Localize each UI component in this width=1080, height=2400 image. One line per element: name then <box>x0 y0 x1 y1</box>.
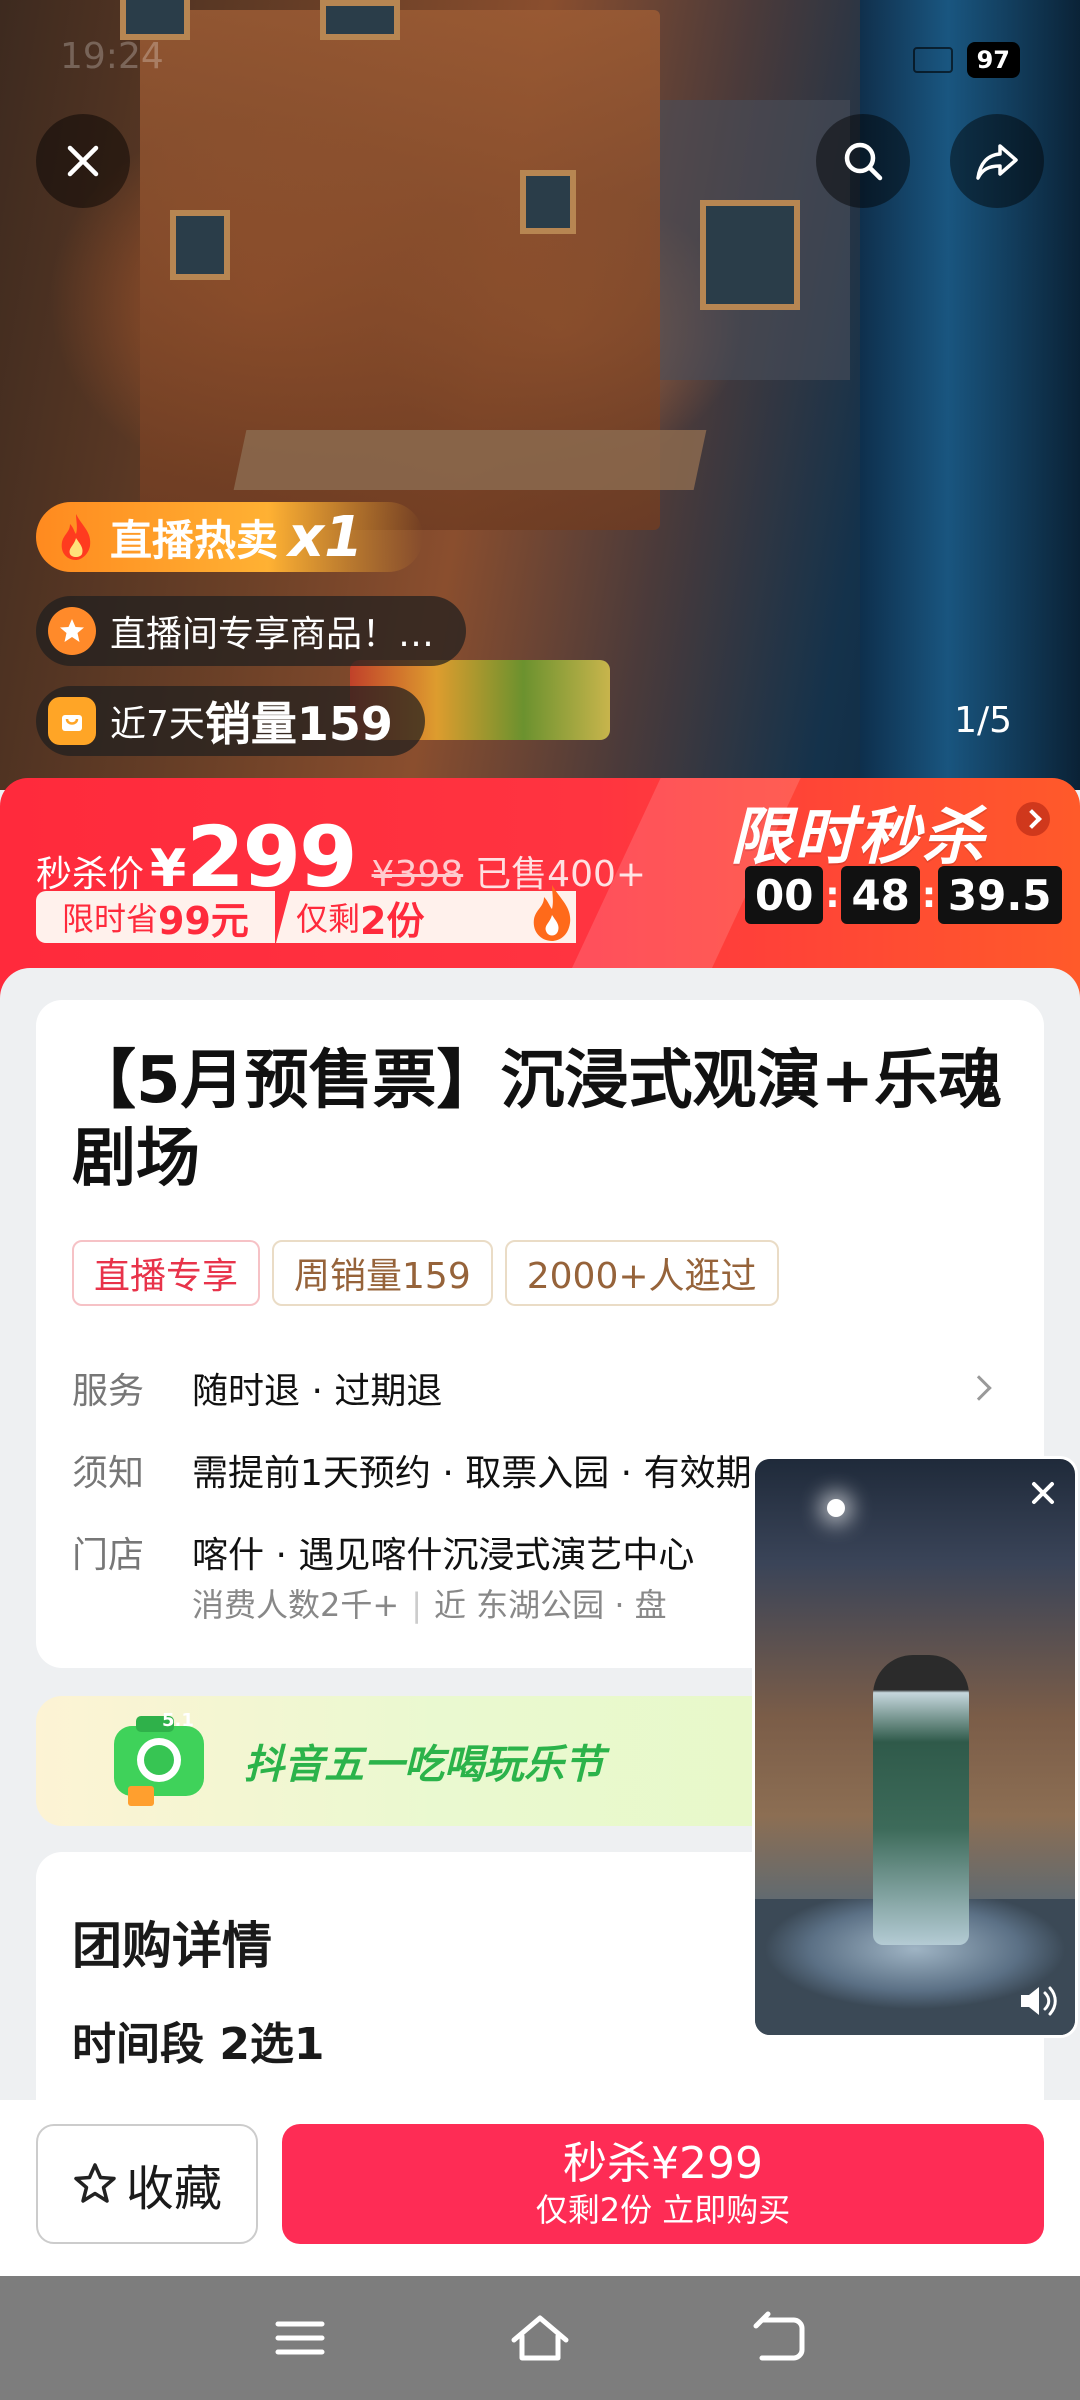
flash-buy-button[interactable]: 秒杀¥299 仅剩2份 立即购买 <box>282 2124 1044 2244</box>
service-label: 服务 <box>72 1371 145 1412</box>
signal-icon <box>912 47 953 73</box>
service-row[interactable]: 服务 随时退 · 过期退 <box>72 1362 1008 1414</box>
store-value: 喀什 · 遇见喀什沉浸式演艺中心 <box>192 1535 695 1576</box>
live-exclusive-text: 直播间专享商品！… <box>110 614 435 655</box>
sound-icon[interactable] <box>1017 1981 1061 2021</box>
buy-main-label: 秒杀¥299 <box>563 2138 763 2189</box>
save-amount: 99元 <box>158 898 249 943</box>
save-prefix: 限时省 <box>62 900 159 938</box>
flash-sale-title: 限时秒杀 <box>730 800 987 873</box>
save-tag: 限时省 99元 <box>36 891 275 943</box>
star-icon <box>74 2163 116 2203</box>
price-label: 秒杀价 <box>36 854 145 895</box>
pip-stage-light <box>827 1499 845 1517</box>
notice-value: 需提前1天预约 · 取票入园 · 有效期 <box>192 1453 752 1494</box>
live-exclusive-badge[interactable]: 直播间专享商品！… <box>36 596 467 666</box>
product-tags: 直播专享 周销量159 2000+人逛过 <box>72 1240 779 1306</box>
hero-awning <box>233 430 707 490</box>
pip-performer <box>873 1655 969 1945</box>
close-button[interactable] <box>36 114 130 208</box>
bottom-action-bar: 收藏 秒杀¥299 仅剩2份 立即购买 <box>0 2100 1080 2276</box>
remaining-amount: 2份 <box>360 898 425 943</box>
remaining-prefix: 仅剩 <box>296 900 361 938</box>
live-hot-badge: 直播热卖 x1 <box>36 502 424 572</box>
tag-weekly-sales: 周销量159 <box>272 1240 493 1306</box>
star-badge-icon <box>48 607 96 655</box>
close-icon[interactable] <box>1023 1473 1063 1513</box>
camera-mascot-icon <box>114 1716 204 1806</box>
status-time: 19:24 <box>60 36 164 77</box>
favorite-button[interactable]: 收藏 <box>36 2124 258 2244</box>
home-icon[interactable] <box>508 2306 572 2370</box>
live-hot-label: 直播热卖 <box>110 515 279 565</box>
share-icon <box>976 144 1018 180</box>
store-label: 门店 <box>72 1535 145 1576</box>
store-near: 近 东湖公园 · 盘 <box>433 1586 667 1624</box>
hero-window <box>700 200 800 310</box>
search-icon <box>844 142 883 181</box>
divider: | <box>411 1586 422 1624</box>
status-bar: 19:24 97 <box>0 0 1080 110</box>
sales-7day-badge: 近7天 销量159 <box>36 686 425 756</box>
tag-live-exclusive: 直播专享 <box>72 1240 261 1306</box>
countdown-timer: 00 : 48 : 39.5 <box>745 866 1062 924</box>
sales-count: 销量159 <box>204 697 393 751</box>
close-icon <box>67 145 99 177</box>
countdown-minutes: 48 <box>841 866 920 924</box>
store-meta: 消费人数2千+ | 近 东湖公园 · 盘 <box>192 1580 667 1626</box>
tag-visitors: 2000+人逛过 <box>504 1240 779 1306</box>
battery-level: 97 <box>966 42 1020 78</box>
original-price: ¥398 <box>371 854 464 895</box>
back-icon[interactable] <box>748 2306 812 2370</box>
countdown-colon: : <box>825 874 840 916</box>
live-pip-window[interactable] <box>752 1456 1078 2038</box>
share-button[interactable] <box>950 114 1044 208</box>
flame-icon <box>61 514 91 560</box>
live-hot-count: x1 <box>288 504 364 570</box>
gallery-pager: 1/5 <box>954 700 1012 741</box>
service-value: 随时退 · 过期退 <box>192 1371 443 1412</box>
sales-prefix: 近7天 <box>110 704 205 745</box>
hero-window <box>170 210 230 280</box>
chevron-right-icon <box>966 1375 992 1401</box>
countdown-hours: 00 <box>745 866 824 924</box>
buy-sub-label: 仅剩2份 立即购买 <box>535 2191 791 2229</box>
product-title: 【5月预售票】沉浸式观演+乐魂剧场 <box>72 1044 1003 1196</box>
store-people: 消费人数2千+ <box>192 1586 400 1624</box>
countdown-seconds: 39.5 <box>937 866 1062 924</box>
flame-icon <box>533 885 571 941</box>
hero-gallery[interactable] <box>0 0 1080 790</box>
hero-window <box>520 170 576 234</box>
banner-badge: 5.1 <box>162 1710 194 1731</box>
status-icons: 97 <box>912 42 1020 78</box>
banner-text: 抖音五一吃喝玩乐节 <box>244 1742 604 1788</box>
search-button[interactable] <box>816 114 910 208</box>
favorite-label: 收藏 <box>125 2161 222 2217</box>
notice-label: 须知 <box>72 1453 145 1494</box>
hero-pillar <box>860 0 1080 790</box>
flash-sale-arrow-icon[interactable] <box>1016 802 1050 836</box>
detail-subtitle: 时间段 2选1 <box>72 2019 325 2070</box>
countdown-colon: : <box>921 874 937 916</box>
menu-icon[interactable] <box>268 2306 332 2370</box>
detail-title: 团购详情 <box>72 1917 272 1975</box>
system-nav-bar <box>0 2276 1080 2400</box>
bag-icon <box>48 697 96 745</box>
